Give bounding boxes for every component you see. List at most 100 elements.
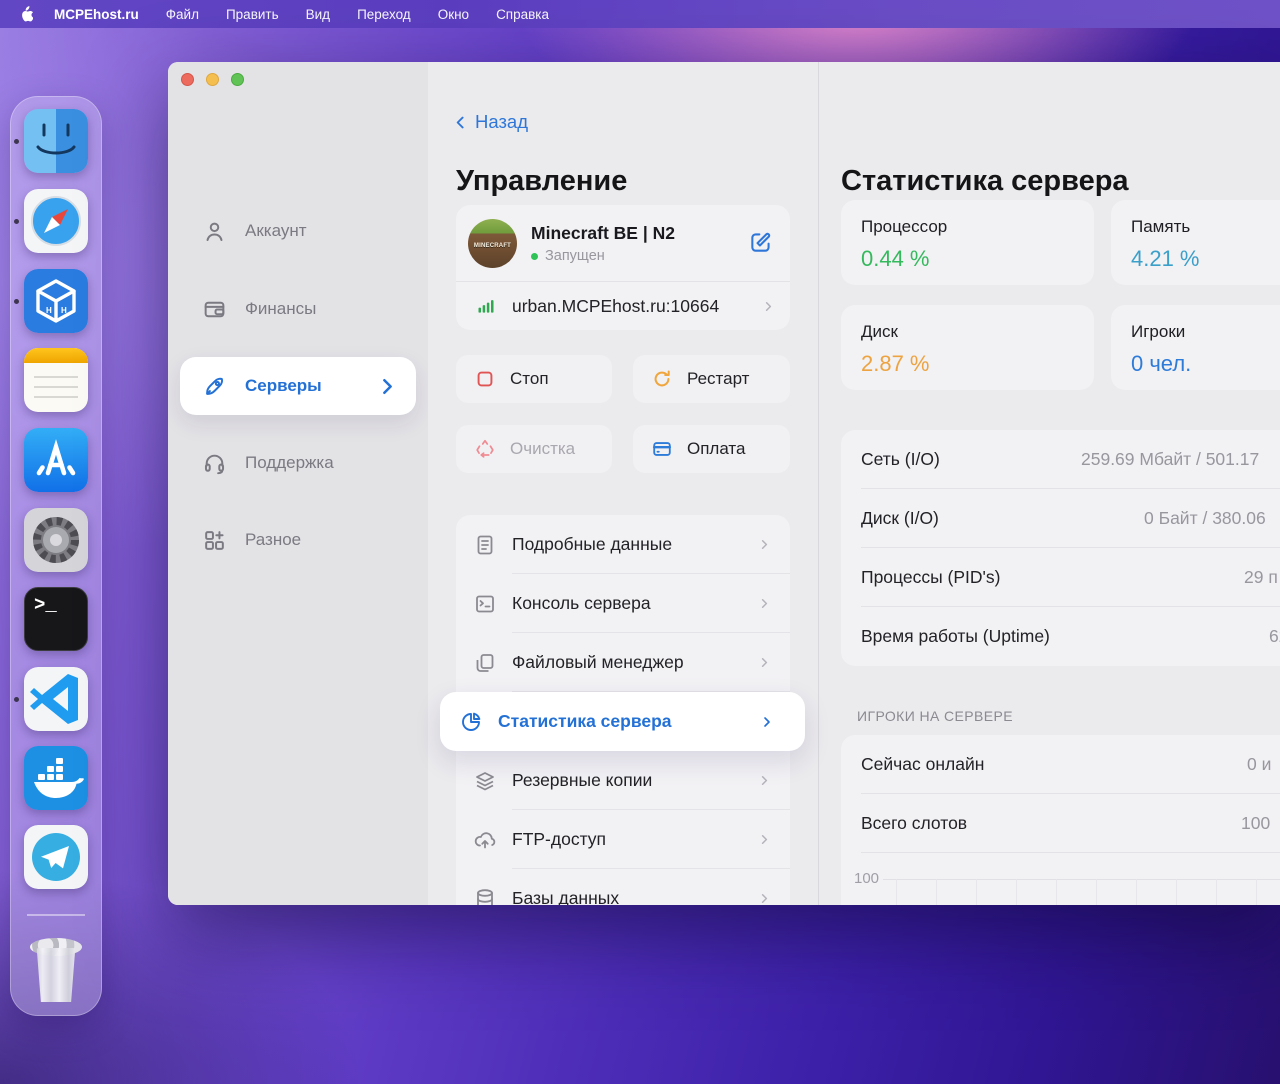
io-stats-card: Сеть (I/O) 259.69 Мбайт / 501.17 Диск (I… xyxy=(841,430,1280,666)
desktop: MCPEhost.ru Файл Править Вид Переход Окн… xyxy=(0,0,1280,1084)
chevron-right-icon xyxy=(757,655,772,670)
zoom-button[interactable] xyxy=(231,73,244,86)
stat-card-players: Игроки 0 чел. xyxy=(1111,305,1280,390)
stat-row-total-slots: Всего слотов 100 xyxy=(841,794,1280,853)
grid-plus-icon xyxy=(202,528,227,553)
menubar-item-window[interactable]: Окно xyxy=(438,7,469,22)
server-card-header: MINECRAFT Minecraft BE | N2 Запущен xyxy=(456,205,790,282)
payment-button[interactable]: Оплата xyxy=(633,425,790,473)
console-icon xyxy=(473,592,497,616)
back-button[interactable]: Назад xyxy=(452,111,528,133)
docker-icon xyxy=(24,746,88,810)
sidebar-item-misc[interactable]: Разное xyxy=(180,511,416,569)
dock-item-vscode[interactable] xyxy=(24,667,88,731)
server-address-row[interactable]: urban.MCPEhost.ru:10664 xyxy=(456,282,790,330)
menu-item-label: Файловый менеджер xyxy=(512,652,684,673)
menubar-app-name[interactable]: MCPEhost.ru xyxy=(54,7,139,22)
manage-panel: Назад Управление MINECRAFT Minecraft BE … xyxy=(428,62,818,905)
close-button[interactable] xyxy=(181,73,194,86)
sidebar-item-label: Поддержка xyxy=(245,453,334,473)
menu-item-label: Подробные данные xyxy=(512,534,672,555)
chevron-right-icon xyxy=(757,596,772,611)
menubar-item-view[interactable]: Вид xyxy=(306,7,330,22)
menu-item-file-manager[interactable]: Файловый менеджер xyxy=(456,633,790,692)
stat-card-cpu: Процессор 0.44 % xyxy=(841,200,1094,285)
credit-card-icon xyxy=(651,438,673,460)
chart-y-axis-label: 100 xyxy=(854,870,879,887)
gear-icon xyxy=(24,508,88,572)
stat-value: 2.87 % xyxy=(861,351,1094,377)
recycle-icon xyxy=(474,438,496,460)
menu-item-backups[interactable]: Резервные копии xyxy=(456,751,790,810)
cloud-upload-icon xyxy=(473,828,497,852)
dock-item-system-settings[interactable] xyxy=(24,508,88,572)
wallet-icon xyxy=(202,297,227,322)
sidebar-item-label: Серверы xyxy=(245,376,322,396)
row-label: Сейчас онлайн xyxy=(861,754,984,775)
svg-text:Н: Н xyxy=(46,306,52,315)
document-icon xyxy=(473,533,497,557)
row-value: 0 Байт / 380.06 xyxy=(1144,508,1266,529)
edit-pencil-icon xyxy=(748,229,774,255)
server-name: Minecraft BE | N2 xyxy=(531,223,675,244)
finder-icon xyxy=(24,109,88,173)
apple-logo-icon[interactable] xyxy=(18,5,33,23)
server-menu: Подробные данные Консоль сервера Файловы… xyxy=(456,515,790,905)
menubar-item-go[interactable]: Переход xyxy=(357,7,411,22)
sidebar-item-servers[interactable]: Серверы xyxy=(180,357,416,415)
menubar-item-edit[interactable]: Править xyxy=(226,7,279,22)
stat-value: 0.44 % xyxy=(861,246,1094,272)
dock-item-docker[interactable] xyxy=(24,746,88,810)
app-store-icon xyxy=(24,428,88,492)
players-section-header: ИГРОКИ НА СЕРВЕРЕ xyxy=(857,708,1013,724)
edit-server-button[interactable] xyxy=(748,229,774,258)
dock-item-notes[interactable] xyxy=(24,348,88,412)
menu-item-label: Консоль сервера xyxy=(512,593,651,614)
dock-item-telegram[interactable] xyxy=(24,825,88,889)
server-status: Запущен xyxy=(531,248,675,264)
dock-divider xyxy=(27,914,85,916)
signal-bars-icon xyxy=(476,296,496,316)
menubar-item-help[interactable]: Справка xyxy=(496,7,549,22)
stat-label: Игроки xyxy=(1131,322,1280,342)
status-label: Запущен xyxy=(545,248,605,264)
sidebar-item-finance[interactable]: Финансы xyxy=(180,280,416,338)
status-dot-icon xyxy=(531,253,538,260)
dock-item-finder[interactable] xyxy=(24,109,88,173)
stat-value: 4.21 % xyxy=(1131,246,1280,272)
dock-item-safari[interactable] xyxy=(24,189,88,253)
menu-item-databases[interactable]: Базы данных xyxy=(456,869,790,905)
dock: Н Н xyxy=(10,96,102,1016)
menu-item-ftp[interactable]: FTP-доступ xyxy=(456,810,790,869)
chevron-right-icon xyxy=(757,891,772,905)
row-label: Всего слотов xyxy=(861,813,967,834)
minimize-button[interactable] xyxy=(206,73,219,86)
stat-row-disk-io: Диск (I/O) 0 Байт / 380.06 xyxy=(841,489,1280,548)
menu-item-label: Резервные копии xyxy=(512,770,652,791)
row-value: 259.69 Мбайт / 501.17 xyxy=(1081,449,1259,470)
menu-item-details[interactable]: Подробные данные xyxy=(456,515,790,574)
menu-item-label: FTP-доступ xyxy=(512,829,606,850)
terminal-icon: >_ xyxy=(24,587,88,651)
dock-item-mcpehost-app[interactable]: Н Н xyxy=(24,269,88,333)
stop-button[interactable]: Стоп xyxy=(456,355,612,403)
sidebar-item-account[interactable]: Аккаунт xyxy=(180,202,416,260)
running-indicator xyxy=(14,139,19,144)
stat-label: Память xyxy=(1131,217,1280,237)
dock-item-app-store[interactable] xyxy=(24,428,88,492)
menubar-item-file[interactable]: Файл xyxy=(166,7,199,22)
trash-bin-icon xyxy=(35,948,77,1002)
row-label: Сеть (I/O) xyxy=(861,449,940,470)
dock-item-terminal[interactable]: >_ xyxy=(24,587,88,651)
sidebar-item-support[interactable]: Поддержка xyxy=(180,434,416,492)
cleanup-button[interactable]: Очистка xyxy=(456,425,612,473)
dock-item-trash[interactable] xyxy=(24,936,88,1008)
restart-button[interactable]: Рестарт xyxy=(633,355,790,403)
row-label: Время работы (Uptime) xyxy=(861,626,1050,647)
page-title: Управление xyxy=(456,165,627,198)
menu-item-console[interactable]: Консоль сервера xyxy=(456,574,790,633)
running-indicator xyxy=(14,697,19,702)
menu-item-statistics[interactable]: Статистика сервера xyxy=(440,692,805,751)
menu-bar: MCPEhost.ru Файл Править Вид Переход Окн… xyxy=(0,0,1280,28)
stat-row-processes: Процессы (PID's) 29 п xyxy=(841,548,1280,607)
